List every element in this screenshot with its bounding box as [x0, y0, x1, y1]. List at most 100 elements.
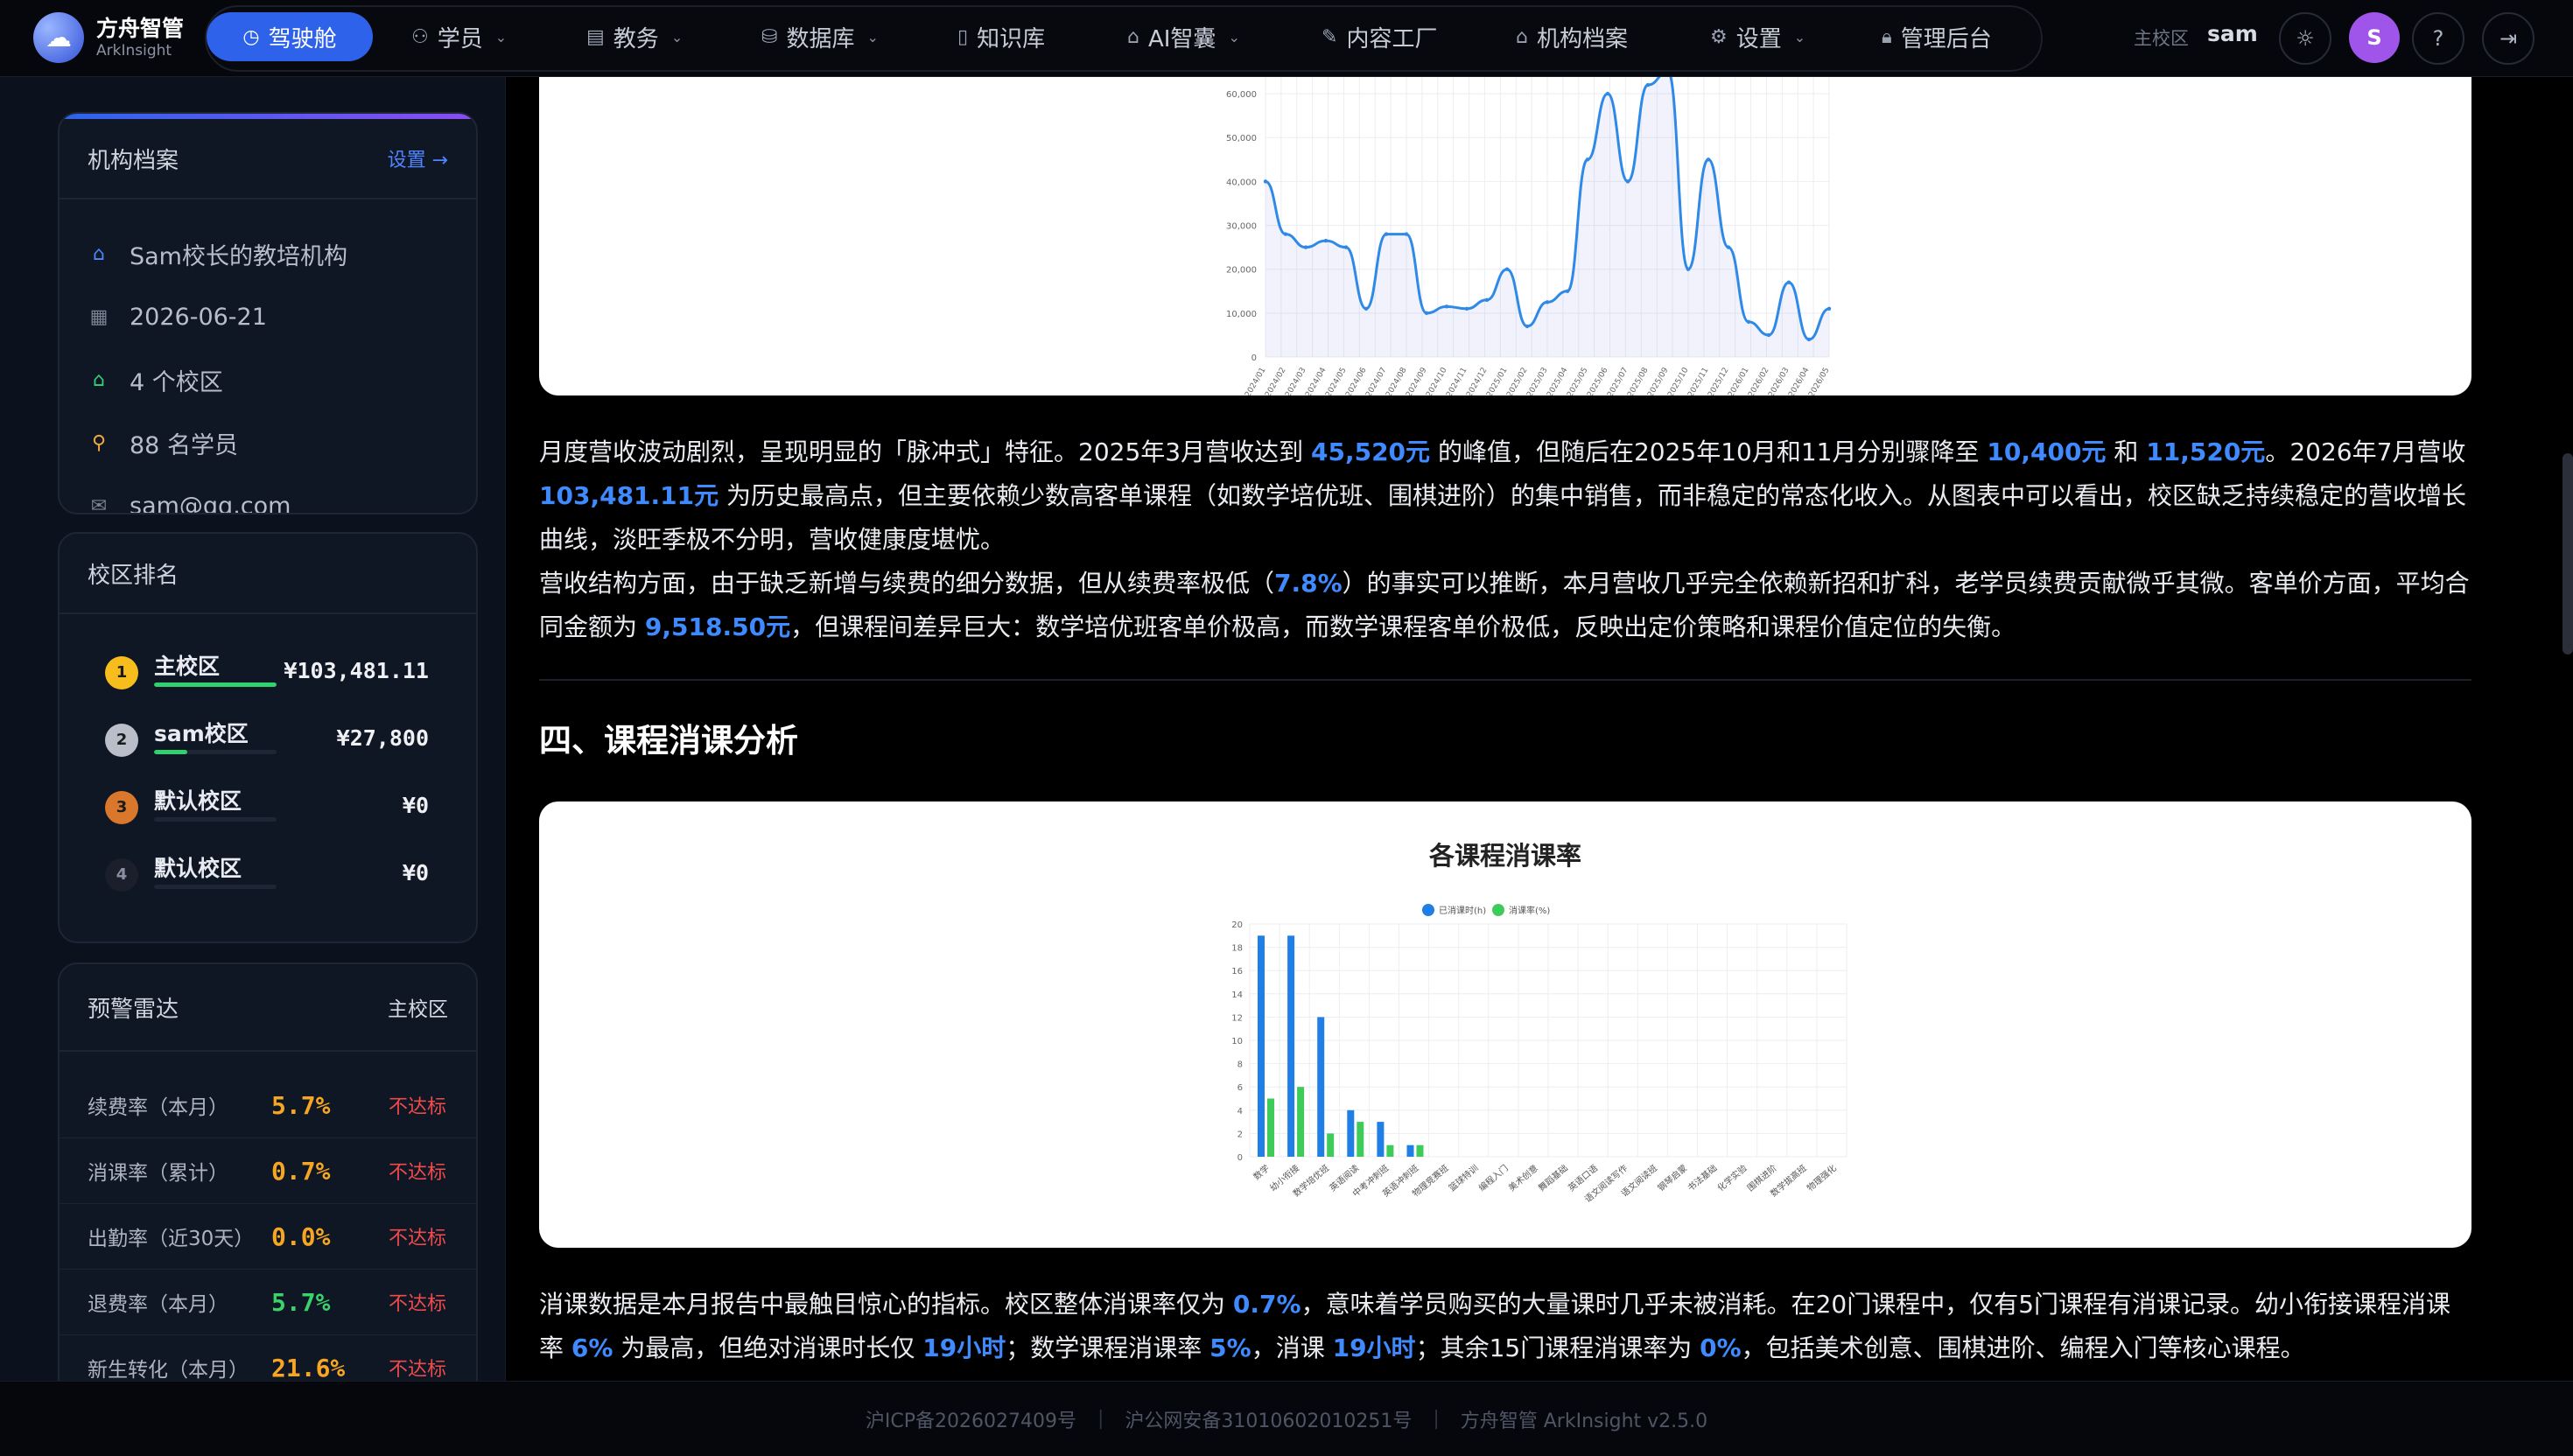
revenue-point [1766, 332, 1771, 338]
nav-org-profile[interactable]: ⌂ 机构档案 [1507, 12, 1637, 61]
paragraph-text: 月度营收波动剧烈，呈现明显的「脉冲式」特征。2025年3月营收达到 [539, 438, 1311, 466]
warning-row[interactable]: 消课率（累计） 0.7% 不达标 [60, 1138, 476, 1204]
warning-value: 0.0% [271, 1222, 331, 1251]
current-campus[interactable]: 主校区 [2134, 24, 2189, 51]
revenue-point [1806, 337, 1812, 342]
paragraph-text: 消课数据是本月报告中最触目惊心的指标。校区整体消课率仅为 [539, 1290, 1233, 1319]
building-icon: ⌂ [1516, 25, 1528, 48]
x-tick-label: 2025/06 [1586, 366, 1609, 396]
bar [1297, 1087, 1305, 1157]
org-profile-card: 机构档案 设置 → ⌂ Sam校长的教培机构 ▦ 2026-06-21 ⌂ 4 个校区… [58, 112, 478, 514]
org-card-title: 机构档案 [88, 147, 179, 174]
ranking-header: 校区排名 [60, 534, 476, 614]
icp-record[interactable]: 沪ICP备2026027409号 [866, 1405, 1076, 1433]
x-tick-label: 钢琴启蒙 [1655, 1162, 1689, 1194]
top-navbar: ☁ 方舟智管 ArkInsight ◷ 驾驶舱 ⚇ 学员 ⌄ ▤ 教务 ⌄ ⛁ 数据库 ⌄ ▯… [0, 0, 2573, 77]
revenue-point [1384, 232, 1389, 236]
warning-header: 预警雷达 主校区 [60, 964, 476, 1052]
warning-status-tag: 不达标 [388, 1228, 446, 1250]
nav-cockpit[interactable]: ◷ 驾驶舱 [207, 12, 373, 61]
bar [1317, 1017, 1325, 1157]
rank-progress-bar [154, 750, 277, 754]
paragraph-text: 。2026年7月营收 [2265, 438, 2466, 466]
nav-settings[interactable]: ⚙ 设置 ⌄ [1701, 12, 1814, 61]
y-tick-label: 20 [1231, 920, 1243, 930]
ranking-row[interactable]: 1 主校区 ¥103,481.11 [60, 639, 476, 706]
y-tick-label: 4 [1237, 1107, 1243, 1116]
theme-toggle-button[interactable]: ☼ [2279, 12, 2331, 65]
app-subtitle: ArkInsight [96, 42, 172, 60]
revenue-chart-card: 0 10,000 20,000 30,000 40,000 50,000 60,000 202… [539, 77, 2471, 399]
paragraph-text: 营收结构方面，由于缺乏新增与续费的细分数据，但从续费率极低（ [539, 569, 1275, 598]
revenue-point [1645, 82, 1651, 88]
revenue-point [1706, 158, 1711, 162]
warning-campus[interactable]: 主校区 [388, 992, 448, 1022]
x-tick-label: 2024/06 [1344, 366, 1368, 396]
chevron-down-icon: ⌄ [1228, 28, 1240, 46]
org-date-row: ▦ 2026-06-21 [60, 285, 476, 348]
rank-progress-bar [154, 682, 277, 687]
app-logo[interactable]: ☁ 方舟智管 ArkInsight [33, 12, 184, 63]
paragraph-text: 和 [2106, 438, 2147, 466]
revenue-point [1786, 280, 1791, 284]
chevron-down-icon: ⌄ [1793, 28, 1806, 46]
ranking-row[interactable]: 2 sam校区 ¥27,800 [60, 706, 476, 774]
revenue-point [1404, 232, 1409, 236]
revenue-point [1525, 324, 1530, 329]
nav-academic[interactable]: ▤ 教务 ⌄ [578, 12, 691, 61]
avatar[interactable]: S [2349, 12, 2400, 63]
nav-students[interactable]: ⚇ 学员 ⌄ [403, 12, 515, 61]
rank-progress-fill [154, 750, 187, 754]
x-tick-label: 数学 [1251, 1162, 1272, 1182]
chevron-down-icon: ⌄ [670, 28, 684, 46]
y-tick-label: 30,000 [1226, 222, 1257, 232]
rank-progress-bar [154, 817, 277, 822]
revenue-point [1826, 306, 1832, 312]
nav-database[interactable]: ⛁ 数据库 ⌄ [753, 12, 887, 61]
legend-label: 消课率(%) [1509, 905, 1550, 916]
current-user[interactable]: sam [2207, 21, 2258, 46]
revenue-point [1565, 289, 1570, 293]
nav-knowledge[interactable]: ▯ 知识库 [949, 12, 1054, 61]
x-tick-label: 编程入门 [1476, 1162, 1511, 1194]
warning-row[interactable]: 出勤率（近30天） 0.0% 不达标 [60, 1204, 476, 1270]
house-icon: ⌂ [93, 368, 105, 391]
rank-campus-name: sam校区 [154, 721, 249, 746]
warning-row[interactable]: 新生转化（本月） 21.6% 不达标 [60, 1335, 476, 1382]
revenue-point [1605, 91, 1610, 96]
warning-row[interactable]: 续费率（本月） 5.7% 不达标 [60, 1073, 476, 1138]
warning-title: 预警雷达 [88, 996, 179, 1023]
warning-status-tag: 不达标 [388, 1293, 446, 1315]
help-button[interactable]: ? [2412, 12, 2464, 65]
legend-swatch [1492, 904, 1504, 916]
x-tick-label: 书法基础 [1685, 1162, 1719, 1194]
paragraph-text: 为历史最高点，但主要依赖少数高客单课程（如数学培优班、围棋进阶）的集中销售，而非… [539, 481, 2467, 554]
revenue-point [1444, 304, 1449, 309]
bar [1347, 1110, 1355, 1157]
section-title: 四、课程消课分析 [539, 722, 798, 760]
warning-value: 5.7% [271, 1090, 331, 1120]
paragraph-text: 的峰值，但随后在2025年10月和11月分别骤降至 [1430, 438, 1988, 466]
y-tick-label: 14 [1231, 990, 1243, 1000]
nav-content-factory[interactable]: ✎ 内容工厂 [1313, 12, 1446, 61]
ranking-row[interactable]: 3 默认校区 ¥0 [60, 774, 476, 841]
nav-ai[interactable]: ⌂ AI智囊 ⌄ [1118, 12, 1249, 61]
gear-icon: ⚙ [1710, 25, 1728, 48]
y-tick-label: 8 [1237, 1060, 1243, 1070]
paragraph-text: ；数学课程消课率 [1006, 1334, 1210, 1362]
warning-label: 新生转化（本月） [88, 1359, 249, 1381]
x-tick-label: 篮球特训 [1447, 1162, 1481, 1194]
ranking-row[interactable]: 4 默认校区 ¥0 [60, 841, 476, 908]
org-settings-link[interactable]: 设置 → [388, 144, 448, 172]
warning-row[interactable]: 退费率（本月） 5.7% 不达标 [60, 1270, 476, 1335]
paragraph-text: ，包括美术创意、围棋进阶、编程入门等核心课程。 [1741, 1334, 2305, 1362]
x-tick-label: 2024/09 [1405, 366, 1428, 396]
logout-button[interactable]: ⇥ [2482, 12, 2534, 65]
revenue-point [1484, 298, 1490, 302]
police-record[interactable]: 沪公网安备31010602010251号 [1125, 1405, 1412, 1433]
scrollbar[interactable] [2562, 453, 2573, 654]
highlight-value: 5% [1209, 1334, 1251, 1362]
revenue-point [1726, 245, 1731, 249]
nav-admin[interactable]: 🔒︎ 管理后台 [1873, 12, 2001, 61]
bar [1327, 1133, 1335, 1157]
